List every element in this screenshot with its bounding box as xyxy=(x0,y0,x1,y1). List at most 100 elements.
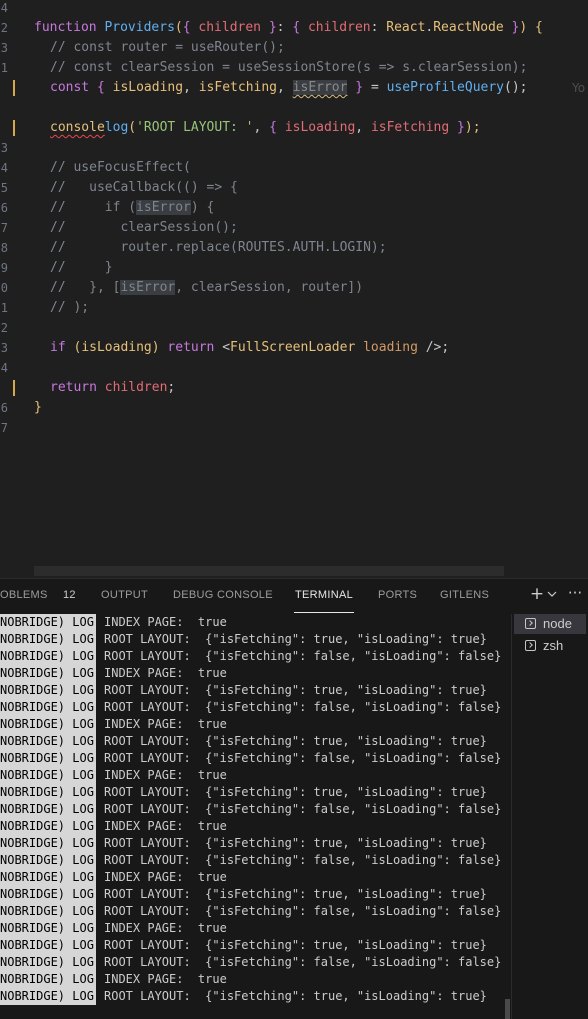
code-line[interactable]: 3 if (isLoading) return <FullScreenLoade… xyxy=(0,338,588,358)
more-actions-icon[interactable]: ··· xyxy=(566,585,584,603)
terminal-line: NOBRIDGE) LOG ROOT LAYOUT: {"isFetching":… xyxy=(0,682,510,699)
tab-ports[interactable]: PORTS xyxy=(378,589,417,601)
code-comment[interactable]: // clearSession(); xyxy=(50,218,238,238)
log-message: ROOT LAYOUT: {"isFetching": false, "isLo… xyxy=(104,955,502,969)
panel-tab-bar: OBLEMS 12 OUTPUT DEBUG CONSOLE TERMINAL … xyxy=(0,579,588,614)
code-comment[interactable]: // }, [isError, clearSession, router]) xyxy=(50,278,363,298)
log-message: ROOT LAYOUT: {"isFetching": true, "isLoa… xyxy=(104,632,487,646)
line-number: 8 xyxy=(0,241,8,255)
tab-gitlens[interactable]: GITLENS xyxy=(440,589,489,601)
terminal-line: NOBRIDGE) LOG ROOT LAYOUT: {"isFetching":… xyxy=(0,801,510,818)
new-terminal-plus-icon[interactable]: + xyxy=(528,585,546,603)
log-message: ROOT LAYOUT: {"isFetching": true, "isLoa… xyxy=(104,785,487,799)
code-line[interactable]: 6 // if (isError) { xyxy=(0,198,588,218)
log-message: INDEX PAGE: true xyxy=(104,972,227,986)
log-source-tag: NOBRIDGE) LOG xyxy=(0,784,96,801)
terminal-output[interactable]: NOBRIDGE) LOG INDEX PAGE: true NOBRIDGE) L… xyxy=(0,614,510,1019)
code-comment[interactable]: // const clearSession = useSessionStore(… xyxy=(50,58,527,78)
code-line[interactable]: 7 // clearSession(); xyxy=(0,218,588,238)
tab-terminal[interactable]: TERMINAL xyxy=(295,589,353,601)
terminal-icon xyxy=(525,640,536,651)
horizontal-scrollbar[interactable] xyxy=(34,566,504,576)
terminal-session-node[interactable]: node xyxy=(514,614,586,634)
code-text[interactable]: consolelog('ROOT LAYOUT: ', { isLoading,… xyxy=(50,118,481,138)
log-source-tag: NOBRIDGE) LOG xyxy=(0,954,96,971)
log-source-tag: NOBRIDGE) LOG xyxy=(0,750,96,767)
log-message: INDEX PAGE: true xyxy=(104,870,227,884)
code-comment[interactable]: // } xyxy=(50,258,113,278)
log-source-tag: NOBRIDGE) LOG xyxy=(0,920,96,937)
code-line[interactable]: 3 // const router = useRouter(); xyxy=(0,38,588,58)
terminal-icon xyxy=(525,618,536,629)
terminal-line: NOBRIDGE) LOG ROOT LAYOUT: {"isFetching":… xyxy=(0,988,510,1005)
line-number: 3 xyxy=(0,141,8,155)
line-number: 1 xyxy=(0,61,8,75)
code-comment[interactable]: // if (isError) { xyxy=(50,198,214,218)
code-line[interactable]: const { isLoading, isFetching, isError }… xyxy=(0,78,588,98)
terminal-line: NOBRIDGE) LOG INDEX PAGE: true xyxy=(0,818,510,835)
log-source-tag: NOBRIDGE) LOG xyxy=(0,648,96,665)
code-comment[interactable]: // router.replace(ROUTES.AUTH.LOGIN); xyxy=(50,238,387,258)
code-line[interactable]: 1 // ); xyxy=(0,298,588,318)
code-line[interactable]: 1 // const clearSession = useSessionStor… xyxy=(0,58,588,78)
log-source-tag: NOBRIDGE) LOG xyxy=(0,631,96,648)
terminal-session-zsh[interactable]: zsh xyxy=(514,636,586,656)
code-text[interactable]: return children; xyxy=(50,378,175,398)
log-source-tag: NOBRIDGE) LOG xyxy=(0,767,96,784)
code-text[interactable]: function Providers({ children }: { child… xyxy=(34,18,543,38)
modified-gutter-marker xyxy=(13,120,15,136)
terminal-line: NOBRIDGE) LOG ROOT LAYOUT: {"isFetching":… xyxy=(0,903,510,920)
code-text[interactable]: const { isLoading, isFetching, isError }… xyxy=(50,78,528,98)
code-comment[interactable]: // ); xyxy=(50,298,89,318)
code-line[interactable]: return children; xyxy=(0,378,588,398)
log-message: INDEX PAGE: true xyxy=(104,768,227,782)
code-line[interactable]: 4 // useFocusEffect( xyxy=(0,158,588,178)
terminal-scrollbar[interactable] xyxy=(505,999,510,1019)
line-number: 6 xyxy=(0,201,8,215)
log-source-tag: NOBRIDGE) LOG xyxy=(0,682,96,699)
terminal-line: NOBRIDGE) LOG ROOT LAYOUT: {"isFetching":… xyxy=(0,886,510,903)
line-number: 3 xyxy=(0,341,8,355)
tab-debug-console[interactable]: DEBUG CONSOLE xyxy=(173,589,273,601)
log-source-tag: NOBRIDGE) LOG xyxy=(0,903,96,920)
code-line[interactable]: 8 // router.replace(ROUTES.AUTH.LOGIN); xyxy=(0,238,588,258)
inline-blame-ghost-text: Yo xyxy=(572,81,586,95)
code-editor[interactable]: 4 2 function Providers({ children }: { c… xyxy=(0,0,588,578)
code-line[interactable]: 0 // }, [isError, clearSession, router]) xyxy=(0,278,588,298)
tab-problems[interactable]: OBLEMS xyxy=(0,589,48,601)
chevron-down-icon[interactable] xyxy=(546,587,558,601)
code-text[interactable]: } xyxy=(34,398,42,418)
code-comment[interactable]: // const router = useRouter(); xyxy=(50,38,285,58)
log-message: ROOT LAYOUT: {"isFetching": false, "isLo… xyxy=(104,904,502,918)
problems-count-badge: 12 xyxy=(63,589,76,601)
terminal-line: NOBRIDGE) LOG ROOT LAYOUT: {"isFetching":… xyxy=(0,954,510,971)
terminal-line: NOBRIDGE) LOG ROOT LAYOUT: {"isFetching":… xyxy=(0,733,510,750)
line-number: 4 xyxy=(0,1,8,15)
code-line[interactable]: 2 function Providers({ children }: { chi… xyxy=(0,18,588,38)
line-number: 7 xyxy=(0,421,8,435)
line-number: 9 xyxy=(0,261,8,275)
log-source-tag: NOBRIDGE) LOG xyxy=(0,699,96,716)
tab-output[interactable]: OUTPUT xyxy=(101,589,148,601)
log-source-tag: NOBRIDGE) LOG xyxy=(0,835,96,852)
log-source-tag: NOBRIDGE) LOG xyxy=(0,818,96,835)
code-comment[interactable]: // useCallback(() => { xyxy=(50,178,238,198)
code-line[interactable]: 9 // } xyxy=(0,258,588,278)
line-number: 5 xyxy=(0,181,8,195)
code-line[interactable]: consolelog('ROOT LAYOUT: ', { isLoading,… xyxy=(0,118,588,138)
code-line[interactable]: 6 } xyxy=(0,398,588,418)
line-number: 2 xyxy=(0,321,8,335)
terminal-line: NOBRIDGE) LOG INDEX PAGE: true xyxy=(0,716,510,733)
log-source-tag: NOBRIDGE) LOG xyxy=(0,869,96,886)
terminal-line: NOBRIDGE) LOG ROOT LAYOUT: {"isFetching":… xyxy=(0,937,510,954)
log-source-tag: NOBRIDGE) LOG xyxy=(0,852,96,869)
log-message: ROOT LAYOUT: {"isFetching": true, "isLoa… xyxy=(104,836,487,850)
code-text[interactable]: if (isLoading) return <FullScreenLoader … xyxy=(50,338,449,358)
log-message: ROOT LAYOUT: {"isFetching": false, "isLo… xyxy=(104,700,502,714)
line-number: 1 xyxy=(0,301,8,315)
code-comment[interactable]: // useFocusEffect( xyxy=(50,158,191,178)
log-message: INDEX PAGE: true xyxy=(104,819,227,833)
code-line[interactable]: 5 // useCallback(() => { xyxy=(0,178,588,198)
log-message: ROOT LAYOUT: {"isFetching": true, "isLoa… xyxy=(104,989,487,1003)
